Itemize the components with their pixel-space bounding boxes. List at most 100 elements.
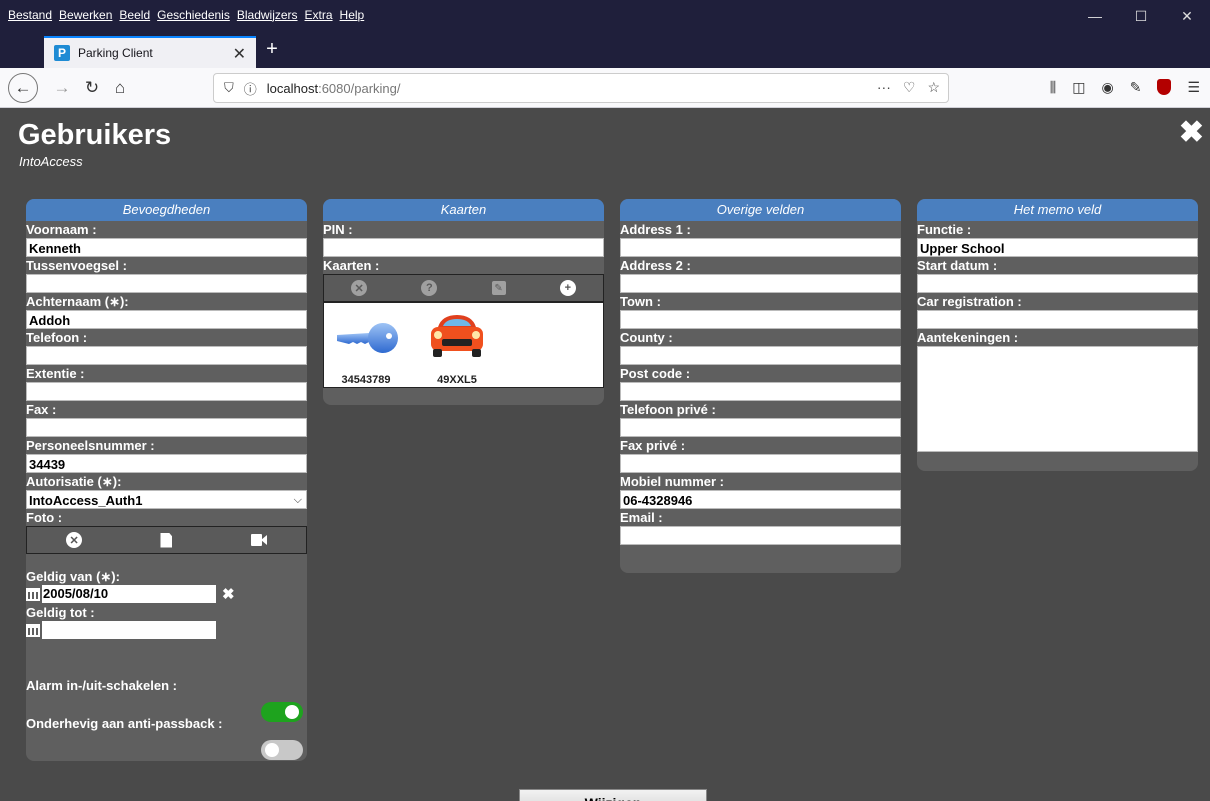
menu-bladwijzers[interactable]: Bladwijzers (237, 8, 298, 22)
menu-help[interactable]: Help (340, 8, 365, 22)
favicon-icon: P (54, 45, 70, 61)
aantekeningen-textarea[interactable] (917, 346, 1198, 452)
panel-header: Bevoegdheden (26, 199, 307, 221)
town-input[interactable] (620, 310, 901, 329)
upload-photo-icon[interactable] (160, 532, 173, 548)
geldig-van-row: 2005/08/10 ✖ (26, 585, 307, 604)
menu-bewerken[interactable]: Bewerken (59, 8, 112, 22)
county-label: County : (620, 330, 673, 345)
forward-icon[interactable]: → (48, 74, 76, 102)
save-button[interactable]: Wijzigen (519, 789, 707, 801)
address1-label: Address 1 : (620, 222, 691, 237)
home-icon[interactable]: ⌂ (106, 74, 134, 102)
tab-close-icon[interactable]: ✕ (233, 44, 246, 64)
menu-beeld[interactable]: Beeld (119, 8, 150, 22)
start-datum-input[interactable] (917, 274, 1198, 293)
page-content: Gebruikers IntoAccess ✖ Bevoegdheden Voo… (0, 109, 1210, 801)
mobiel-input[interactable]: 06-4328946 (620, 490, 901, 509)
telefoon-prive-input[interactable] (620, 418, 901, 437)
start-datum-label: Start datum : (917, 258, 998, 273)
tussenvoegsel-label: Tussenvoegsel : (26, 258, 127, 273)
email-input[interactable] (620, 526, 901, 545)
personeelsnummer-input[interactable]: 34439 (26, 454, 307, 473)
shield-icon[interactable]: ⛉ (224, 80, 234, 96)
library-icon[interactable]: ⫼ (1050, 79, 1056, 96)
clear-date-icon[interactable]: ✖ (222, 586, 235, 603)
calendar-icon[interactable] (26, 623, 40, 637)
panel-bevoegdheden: Bevoegdheden Voornaam : Kenneth Tussenvo… (26, 199, 307, 761)
alarm-label: Alarm in-/uit-schakelen : (26, 678, 177, 693)
app-menu-icon[interactable]: ☰ (1187, 79, 1200, 96)
card-item[interactable]: 49XXL5 (417, 311, 497, 386)
tab-parking-client[interactable]: P Parking Client ✕ (44, 36, 256, 68)
telefoon-prive-label: Telefoon privé : (620, 402, 716, 417)
alarm-toggle[interactable] (261, 702, 303, 722)
minimize-icon[interactable]: — (1072, 0, 1118, 32)
sidebar-icon[interactable]: ◫ (1072, 79, 1085, 96)
geldig-van-input[interactable]: 2005/08/10 (42, 585, 216, 603)
calendar-icon[interactable] (26, 587, 40, 601)
postcode-input[interactable] (620, 382, 901, 401)
voornaam-input[interactable]: Kenneth (26, 238, 307, 257)
delete-card-icon[interactable]: ✕ (351, 280, 368, 296)
camera-icon[interactable] (250, 534, 267, 546)
kaarten-toolbar: ✕ ? ✎ + (323, 274, 604, 302)
maximize-icon[interactable]: ☐ (1118, 0, 1164, 32)
panel-header: Het memo veld (917, 199, 1198, 221)
address2-input[interactable] (620, 274, 901, 293)
foto-label: Foto : (26, 510, 63, 525)
close-icon[interactable]: ✖ (1179, 115, 1204, 150)
tab-title: Parking Client (78, 46, 153, 60)
tussenvoegsel-input[interactable] (26, 274, 307, 293)
mobiel-label: Mobiel nummer : (620, 474, 725, 489)
fax-input[interactable] (26, 418, 307, 437)
back-icon[interactable]: ← (8, 73, 38, 103)
telefoon-input[interactable] (26, 346, 307, 365)
functie-input[interactable]: Upper School (917, 238, 1198, 257)
geldig-van-label: Geldig van (∗): (26, 569, 120, 584)
panel-header: Overige velden (620, 199, 901, 221)
new-tab-icon[interactable]: + (262, 38, 282, 61)
antipassback-toggle[interactable] (261, 740, 303, 760)
add-card-icon[interactable]: + (559, 280, 576, 296)
pocket-icon[interactable]: ♡ (903, 79, 916, 96)
geldig-tot-label: Geldig tot : (26, 605, 95, 620)
card-number: 34543789 (341, 374, 391, 386)
toggle-knob (285, 705, 299, 719)
remove-photo-icon[interactable]: ✕ (66, 532, 83, 548)
card-item[interactable]: 34543789 (326, 311, 406, 386)
page-actions-icon[interactable]: ··· (877, 79, 891, 96)
geldig-tot-row (26, 621, 307, 640)
menubar: Bestand Bewerken Beeld Geschiedenis Blad… (0, 0, 1210, 32)
foto-toolbar: ✕ (26, 526, 307, 554)
menu-geschiedenis[interactable]: Geschiedenis (157, 8, 230, 22)
panel-header: Kaarten (323, 199, 604, 221)
chevron-down-icon: ⌵ (293, 494, 302, 506)
info-icon[interactable]: ⓘ (244, 79, 257, 98)
account-icon[interactable]: ◉ (1101, 79, 1113, 96)
fax-prive-label: Fax privé : (620, 438, 686, 453)
autorisatie-select[interactable]: IntoAccess_Auth1 ⌵ (26, 490, 307, 509)
car-registration-input[interactable] (917, 310, 1198, 329)
menu-bestand[interactable]: Bestand (8, 8, 52, 22)
pin-input[interactable] (323, 238, 604, 257)
bookmark-star-icon[interactable]: ☆ (927, 79, 940, 96)
geldig-tot-input[interactable] (42, 621, 216, 639)
menu-extra[interactable]: Extra (305, 8, 333, 22)
edit-icon[interactable]: ✎ (491, 281, 506, 295)
window-close-icon[interactable]: ✕ (1164, 0, 1210, 32)
address1-input[interactable] (620, 238, 901, 257)
help-icon[interactable]: ? (421, 280, 438, 296)
personeelsnummer-label: Personeelsnummer : (26, 438, 155, 453)
ublock-icon[interactable] (1157, 79, 1172, 95)
navigation-bar: ← → ↻ ⌂ ⛉ ⓘ localhost:6080/parking/ ··· … (0, 68, 1210, 108)
voornaam-label: Voornaam : (26, 222, 97, 237)
reload-icon[interactable]: ↻ (78, 74, 106, 102)
url-bar[interactable]: ⛉ ⓘ localhost:6080/parking/ ··· ♡ ☆ (213, 73, 949, 103)
achternaam-input[interactable]: Addoh (26, 310, 307, 329)
extentie-input[interactable] (26, 382, 307, 401)
fax-prive-input[interactable] (620, 454, 901, 473)
extension-icon[interactable]: ✎ (1130, 79, 1142, 96)
county-input[interactable] (620, 346, 901, 365)
tab-bar: P Parking Client ✕ (0, 32, 1210, 68)
